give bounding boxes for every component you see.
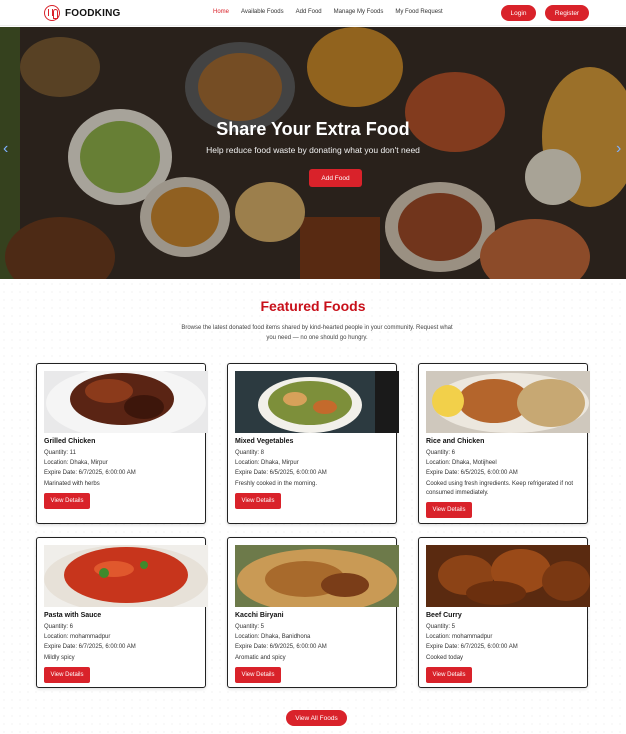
view-details-button[interactable]: View Details — [235, 493, 281, 509]
food-image — [235, 371, 399, 433]
nav-menu: Home Available Foods Add Food Manage My … — [213, 9, 443, 15]
food-note: Marinated with herbs — [44, 481, 100, 487]
food-quantity: Quantity: 11 — [44, 450, 76, 456]
food-expire-date: Expire Date: 6/7/2025, 6:00:00 AM — [44, 470, 136, 476]
food-image — [44, 371, 208, 433]
view-details-button[interactable]: View Details — [426, 502, 472, 518]
food-name: Kacchi Biryani — [235, 612, 284, 619]
food-image — [235, 545, 399, 607]
food-quantity: Quantity: 6 — [44, 624, 74, 630]
food-card: Pasta with Sauce Quantity: 6 Location: m… — [36, 537, 208, 688]
food-expire-date: Expire Date: 6/7/2025, 6:00:00 AM — [44, 644, 136, 650]
food-card: Grilled Chicken Quantity: 11 Location: D… — [36, 363, 208, 524]
hero-subtitle: Help reduce food waste by donating what … — [206, 145, 420, 155]
food-card: Mixed Vegetables Quantity: 8 Location: D… — [227, 363, 399, 524]
food-image — [426, 545, 590, 607]
view-details-button[interactable]: View Details — [44, 493, 90, 509]
food-expire-date: Expire Date: 6/5/2025, 6:00:00 AM — [235, 470, 327, 476]
food-image — [44, 545, 208, 607]
nav-my-food-request[interactable]: My Food Request — [395, 9, 442, 15]
nav-manage-my-foods[interactable]: Manage My Foods — [334, 9, 384, 15]
brand-name: FOODKING — [65, 7, 121, 19]
food-name: Mixed Vegetables — [235, 438, 294, 445]
food-note: Cooked today — [426, 655, 464, 661]
food-quantity: Quantity: 8 — [235, 450, 265, 456]
featured-title: Featured Foods — [260, 298, 366, 314]
view-details-button[interactable]: View Details — [426, 667, 472, 683]
nav-available-foods[interactable]: Available Foods — [241, 9, 284, 15]
food-name: Grilled Chicken — [44, 438, 96, 445]
food-quantity: Quantity: 5 — [426, 624, 456, 630]
register-button[interactable]: Register — [545, 5, 589, 21]
food-location: Location: Dhaka, Mirpur — [44, 460, 108, 466]
food-name: Beef Curry — [426, 612, 462, 619]
food-expire-date: Expire Date: 6/9/2025, 6:00:00 AM — [235, 644, 327, 650]
food-location: Location: Dhaka, Mirpur — [235, 460, 299, 466]
food-location: Location: Dhaka, Motijheel — [426, 460, 497, 466]
food-expire-date: Expire Date: 6/7/2025, 6:00:00 AM — [426, 644, 518, 650]
view-all-foods-button[interactable]: View All Foods — [286, 710, 347, 726]
view-details-button[interactable]: View Details — [44, 667, 90, 683]
view-details-button[interactable]: View Details — [235, 667, 281, 683]
food-card: Kacchi Biryani Quantity: 5 Location: Dha… — [227, 537, 399, 688]
food-name: Rice and Chicken — [426, 438, 485, 445]
brand[interactable]: FOODKING — [44, 5, 121, 21]
food-quantity: Quantity: 5 — [235, 624, 265, 630]
nav-add-food[interactable]: Add Food — [296, 9, 322, 15]
food-card: Rice and Chicken Quantity: 6 Location: D… — [418, 363, 590, 524]
login-button[interactable]: Login — [501, 5, 536, 21]
food-location: Location: mohammadpur — [426, 634, 493, 640]
food-location: Location: Dhaka, Banidhona — [235, 634, 311, 640]
food-note: Mildly spicy — [44, 655, 75, 661]
hero-title: Share Your Extra Food — [216, 119, 410, 139]
hero-banner: ‹ › Share Your Extra Food Help reduce fo… — [0, 27, 626, 279]
food-image — [426, 371, 590, 433]
featured-description: Browse the latest donated food items sha… — [181, 325, 453, 341]
food-note: Aromatic and spicy — [235, 655, 286, 661]
food-location: Location: mohammadpur — [44, 634, 111, 640]
food-expire-date: Expire Date: 6/5/2025, 6:00:00 AM — [426, 470, 518, 476]
food-quantity: Quantity: 6 — [426, 450, 456, 456]
food-name: Pasta with Sauce — [44, 612, 102, 619]
add-food-button[interactable]: Add Food — [309, 169, 362, 187]
nav-home[interactable]: Home — [213, 9, 229, 15]
food-note: Freshly cooked in the morning. — [235, 481, 318, 487]
navbar: FOODKING Home Available Foods Add Food M… — [0, 0, 626, 26]
food-card: Beef Curry Quantity: 5 Location: mohamma… — [418, 537, 590, 688]
food-note: Cooked using fresh ingredients. Keep ref… — [426, 481, 574, 496]
logo-icon — [44, 5, 60, 21]
